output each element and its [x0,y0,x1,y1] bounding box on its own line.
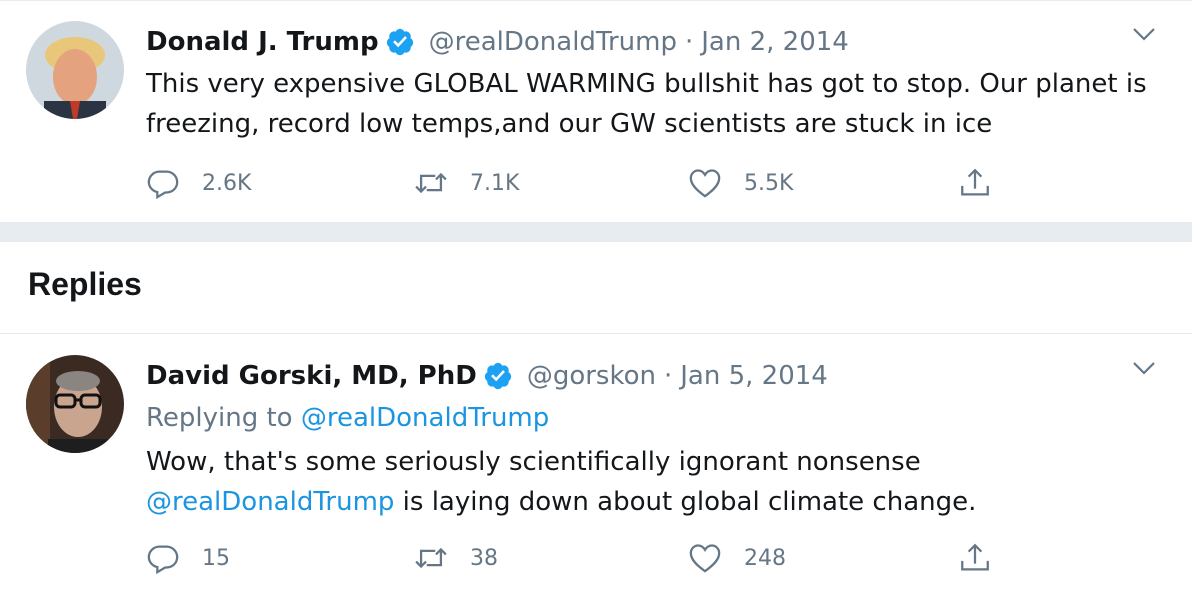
like-count: 5.5K [744,170,794,196]
main-tweet[interactable]: Donald J. Trump @realDonaldTrump · Jan 2… [0,0,1192,222]
avatar[interactable] [26,21,124,119]
mention-link[interactable]: @realDonaldTrump [146,487,394,517]
retweet-count: 7.1K [470,170,520,196]
retweet-icon [415,172,447,194]
retweet-icon [415,547,447,569]
retweet-button[interactable]: 7.1K [414,163,519,203]
section-separator [0,222,1192,242]
share-icon [961,168,989,196]
user-handle[interactable]: @gorskon [527,361,656,391]
replying-to-line: Replying to @realDonaldTrump [146,398,549,438]
user-handle[interactable]: @realDonaldTrump [429,27,677,57]
display-name[interactable]: Donald J. Trump [146,27,379,57]
avatar-photo-icon [26,355,124,453]
display-name[interactable]: David Gorski, MD, PhD [146,361,477,391]
reply-icon [147,545,179,575]
reply-tweet[interactable]: David Gorski, MD, PhD @gorskon · Jan 5, … [0,334,1192,589]
like-button[interactable]: 248 [688,538,786,578]
tweet-header: David Gorski, MD, PhD @gorskon · Jan 5, … [146,356,828,396]
reply-icon [147,170,179,200]
like-button[interactable]: 5.5K [688,163,793,203]
heart-icon [689,169,721,198]
tweet-text-start: Wow, that's some seriously scientificall… [146,447,921,477]
tweet-text: Wow, that's some seriously scientificall… [146,442,1176,522]
share-button[interactable] [958,538,992,578]
verified-badge-icon [484,362,511,390]
avatar[interactable] [26,355,124,453]
reply-count: 15 [202,545,230,571]
tweet-date[interactable]: Jan 5, 2014 [680,361,828,391]
reply-button[interactable]: 15 [146,538,230,578]
tweet-header: Donald J. Trump @realDonaldTrump · Jan 2… [146,22,849,62]
reply-count: 2.6K [202,170,252,196]
verified-badge-icon [386,28,413,56]
separator-dot: · [664,361,673,391]
heart-icon [689,544,721,573]
retweet-count: 38 [470,545,498,571]
tweet-text: This very expensive GLOBAL WARMING bulls… [146,69,1147,139]
replies-heading: Replies [28,266,142,302]
replying-to-link[interactable]: @realDonaldTrump [301,403,549,433]
reply-button[interactable]: 2.6K [146,163,251,203]
retweet-button[interactable]: 38 [414,538,498,578]
share-button[interactable] [958,163,992,203]
separator-dot: · [685,27,694,57]
share-icon [961,543,989,571]
avatar-photo-icon [26,21,124,119]
tweet-actions: 2.6K 7.1K 5.5K [146,163,1006,203]
tweet-date[interactable]: Jan 2, 2014 [701,27,849,57]
chevron-down-icon[interactable] [1130,358,1158,378]
tweet-text-end: is laying down about global climate chan… [402,487,977,517]
chevron-down-icon[interactable] [1130,24,1158,44]
like-count: 248 [744,545,786,571]
replying-to-label: Replying to [146,403,293,433]
tweet-actions: 15 38 248 [146,538,1006,578]
